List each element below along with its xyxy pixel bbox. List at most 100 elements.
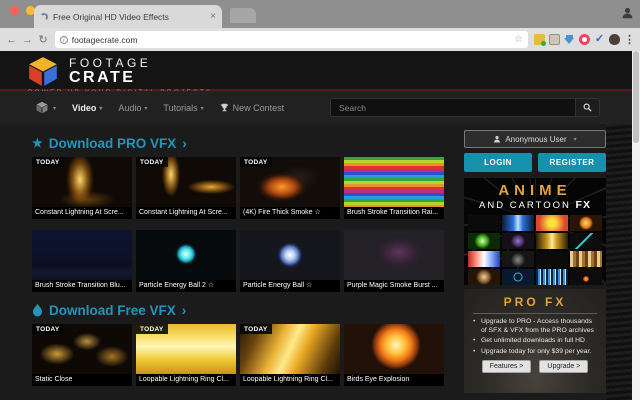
extension-key-icon[interactable] bbox=[534, 34, 547, 46]
ad-tile bbox=[502, 250, 534, 267]
scrollbar-thumb[interactable] bbox=[633, 51, 639, 143]
vfx-thumbnail bbox=[136, 230, 236, 280]
chevron-down-icon: ▾ bbox=[573, 137, 577, 143]
pro-fx-bullet: Get unlimited downloads in full HD bbox=[473, 336, 597, 345]
ad-thumbnail-grid bbox=[464, 214, 606, 285]
upgrade-button[interactable]: Upgrade > bbox=[539, 359, 589, 373]
reload-button[interactable]: ↻ bbox=[35, 33, 51, 46]
free-vfx-heading-label: Download Free VFX bbox=[49, 302, 176, 318]
vfx-card[interactable]: TODAY (4K) Fire Thick Smoke ☆ bbox=[240, 157, 340, 219]
ad-tile bbox=[502, 214, 534, 231]
vfx-card[interactable]: Particle Energy Ball 2 ☆ bbox=[136, 230, 236, 292]
logo-text: FOOTAGE CRATE bbox=[69, 56, 151, 87]
vfx-card[interactable]: TODAY Loopable Lightning Ring Cl... bbox=[240, 324, 340, 386]
bookmark-star-icon[interactable]: ☆ bbox=[514, 34, 523, 45]
nav-home-menu[interactable]: ▾ bbox=[36, 101, 57, 114]
features-button[interactable]: Features > bbox=[481, 359, 532, 373]
vfx-thumbnail: TODAY bbox=[240, 324, 340, 374]
logo[interactable]: FOOTAGE CRATE bbox=[28, 56, 632, 87]
nav-item-new-contest[interactable]: New Contest bbox=[220, 103, 284, 113]
url-bar[interactable]: i footagecrate.com ☆ bbox=[54, 31, 529, 48]
vfx-card[interactable]: TODAY Constant Lightning At Scre... bbox=[32, 157, 132, 219]
new-tab-button[interactable] bbox=[230, 8, 256, 23]
browser-menu-icon[interactable]: ⋮ bbox=[624, 33, 635, 46]
nav-item-tutorials[interactable]: Tutorials ▾ bbox=[163, 103, 203, 113]
extension-pocket-icon[interactable] bbox=[579, 34, 591, 45]
chevron-right-icon: › bbox=[181, 302, 187, 318]
chevron-down-icon: ▾ bbox=[144, 105, 148, 112]
vfx-thumbnail: TODAY bbox=[136, 157, 236, 207]
forward-button[interactable]: → bbox=[20, 34, 36, 46]
sidebar: Anonymous User ▾ LOGIN REGISTER ANIME AN… bbox=[464, 130, 606, 393]
extension-icons: ✓ bbox=[534, 34, 621, 46]
pro-fx-bullet: Upgrade today for only $39 per year. bbox=[473, 347, 597, 356]
extension-download-arrow-icon[interactable] bbox=[564, 34, 575, 45]
tab-favicon-icon bbox=[40, 12, 48, 21]
site-info-icon[interactable]: i bbox=[59, 35, 68, 44]
search-input[interactable] bbox=[331, 99, 575, 116]
vfx-thumbnail bbox=[240, 230, 340, 280]
pro-vfx-heading-label: Download PRO VFX bbox=[48, 135, 177, 151]
vfx-thumbnail: TODAY bbox=[32, 324, 132, 374]
tab-title: Free Original HD Video Effects bbox=[53, 11, 169, 22]
vfx-title: Purple Magic Smoke Burst ... bbox=[344, 280, 444, 292]
chevron-down-icon: ▾ bbox=[99, 105, 103, 112]
back-button[interactable]: ← bbox=[4, 34, 20, 46]
vfx-title: Constant Lightning At Scre... bbox=[136, 207, 236, 219]
vfx-title: Loopable Lightning Ring Cl... bbox=[136, 374, 236, 386]
ad-title: ANIME bbox=[498, 182, 572, 199]
vfx-title: Loopable Lightning Ring Cl... bbox=[240, 374, 340, 386]
ad-tile bbox=[468, 214, 500, 231]
ad-tile bbox=[570, 268, 602, 285]
register-button[interactable]: REGISTER bbox=[538, 153, 606, 172]
vfx-card[interactable]: Brush Stroke Transition Blu... bbox=[32, 230, 132, 292]
vfx-card[interactable]: TODAY Constant Lightning At Scre... bbox=[136, 157, 236, 219]
browser-tab[interactable]: Free Original HD Video Effects × bbox=[34, 5, 222, 28]
anime-cartoon-fx-ad[interactable]: ANIME AND CARTOON FX bbox=[464, 178, 606, 285]
scrollbar[interactable] bbox=[632, 51, 640, 400]
vfx-title: Particle Energy Ball ☆ bbox=[240, 280, 340, 292]
nav-item-audio[interactable]: Audio ▾ bbox=[118, 103, 147, 113]
chevron-right-icon: › bbox=[182, 135, 187, 151]
login-button[interactable]: LOGIN bbox=[464, 153, 532, 172]
extension-image-icon[interactable] bbox=[549, 34, 561, 45]
vfx-thumbnail bbox=[344, 157, 444, 207]
browser-titlebar: Free Original HD Video Effects × bbox=[0, 0, 640, 28]
search-bar bbox=[330, 98, 600, 117]
vfx-title: Birds Eye Explosion bbox=[344, 374, 444, 386]
vfx-card[interactable]: TODAY Static Close bbox=[32, 324, 132, 386]
vfx-card[interactable]: Purple Magic Smoke Burst ... bbox=[344, 230, 444, 292]
vfx-title: Brush Stroke Transition Rai... bbox=[344, 207, 444, 219]
vfx-card[interactable]: Birds Eye Explosion bbox=[344, 324, 444, 386]
vfx-thumbnail bbox=[344, 324, 444, 374]
close-window-button[interactable] bbox=[10, 6, 19, 15]
extension-check-icon[interactable]: ✓ bbox=[594, 34, 605, 45]
pro-fx-buttons: Features > Upgrade > bbox=[473, 359, 597, 373]
anonymous-user-button[interactable]: Anonymous User ▾ bbox=[464, 130, 606, 148]
vfx-thumbnail bbox=[344, 230, 444, 280]
ad-tile bbox=[570, 250, 602, 267]
nav-item-video[interactable]: Video ▾ bbox=[72, 103, 102, 113]
star-icon: ★ bbox=[32, 136, 43, 150]
tab-close-icon[interactable]: × bbox=[210, 11, 216, 22]
vfx-title: (4K) Fire Thick Smoke ☆ bbox=[240, 207, 340, 219]
chevron-down-icon: ▾ bbox=[200, 105, 204, 112]
logo-line1: FOOTAGE bbox=[69, 56, 152, 70]
chevron-down-icon: ▾ bbox=[53, 105, 57, 112]
url-text[interactable]: footagecrate.com bbox=[72, 35, 510, 45]
profile-icon[interactable] bbox=[621, 6, 634, 19]
site-header: FOOTAGE CRATE POWER UP YOUR DIGITAL PROJ… bbox=[0, 51, 632, 96]
extension-paw-icon[interactable] bbox=[609, 34, 621, 45]
search-button[interactable] bbox=[575, 99, 599, 116]
trophy-icon bbox=[220, 103, 228, 112]
ad-tile bbox=[468, 268, 500, 285]
ad-tile bbox=[468, 232, 500, 249]
vfx-card[interactable]: TODAY Loopable Lightning Ring Cl... bbox=[136, 324, 236, 386]
ad-tile bbox=[468, 250, 500, 267]
vfx-card[interactable]: Brush Stroke Transition Rai... bbox=[344, 157, 444, 219]
site-nav: ▾ Video ▾ Audio ▾ Tutorials ▾ New Contes… bbox=[0, 91, 632, 124]
free-vfx-grid: TODAY Static Close TODAY Loopable Lightn… bbox=[32, 324, 444, 386]
vfx-title: Constant Lightning At Scre... bbox=[32, 207, 132, 219]
vfx-card[interactable]: Particle Energy Ball ☆ bbox=[240, 230, 340, 292]
today-badge: TODAY bbox=[32, 324, 64, 334]
